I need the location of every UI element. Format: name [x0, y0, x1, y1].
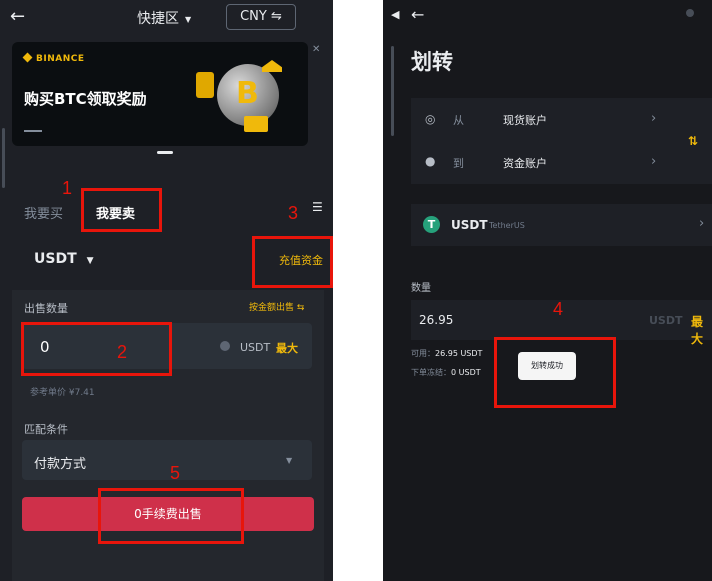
fast-zone-label: 快捷区	[137, 11, 179, 27]
annotation-box	[494, 337, 616, 408]
back-arrow-icon[interactable]: ←	[10, 6, 25, 27]
chevron-right-icon[interactable]: ›	[651, 111, 656, 126]
banner-title: 购买BTC领取奖励	[24, 90, 147, 108]
to-account-icon: ●	[425, 154, 436, 168]
caret-down-icon: ▼	[86, 256, 94, 266]
swap-icon: ⇋	[270, 9, 282, 24]
coin-name: TetherUS	[489, 221, 525, 230]
available-value: 26.95 USDT	[435, 349, 483, 358]
annotation-number: 2	[117, 342, 128, 362]
bank-icon	[262, 60, 282, 72]
binance-brand: BINANCE	[36, 54, 85, 64]
status-dot	[686, 9, 694, 17]
annotation-number: 4	[553, 299, 564, 319]
top-bar: ◀ ←	[383, 0, 712, 34]
scroll-indicator	[2, 128, 5, 188]
gold-bar-icon	[196, 72, 214, 98]
tab-buy[interactable]: 我要买	[24, 203, 63, 222]
frozen-balance: 下单冻结：0 USDT	[411, 367, 481, 378]
binance-diamond-icon	[22, 52, 33, 63]
annotation-number: 3	[288, 203, 299, 223]
sell-by-amount-toggle[interactable]: 按金额出售 ⇆	[249, 300, 304, 313]
quantity-label: 出售数量	[24, 302, 68, 315]
page-title: 划转	[411, 50, 453, 74]
match-conditions-label: 匹配条件	[24, 423, 68, 436]
fast-zone-dropdown[interactable]: 快捷区 ▼	[137, 8, 191, 28]
coin-label: USDT	[34, 251, 77, 267]
currency-label: CNY	[240, 9, 267, 24]
bitcoin-symbol: B	[236, 76, 259, 111]
reference-price: 参考单价 ¥7.41	[30, 388, 95, 398]
close-banner-icon[interactable]: ✕	[312, 44, 320, 55]
annotation-box	[98, 488, 244, 544]
quantity-unit: USDT	[240, 341, 271, 354]
quantity-label: 数量	[411, 283, 431, 294]
max-button[interactable]: 最大	[276, 340, 298, 356]
annotation-box	[252, 236, 333, 288]
back-arrow-icon[interactable]: ←	[411, 5, 424, 24]
clear-icon[interactable]	[220, 341, 230, 351]
available-balance: 可用：26.95 USDT	[411, 348, 482, 359]
chevron-down-icon: ▼	[286, 456, 293, 465]
carousel-indicator	[157, 151, 173, 154]
to-label: 到	[453, 157, 464, 170]
card-icon	[244, 116, 268, 132]
amount-unit: USDT	[649, 314, 683, 327]
caret-down-icon: ▼	[185, 14, 192, 24]
from-label: 从	[453, 114, 464, 127]
from-account-icon: ◎	[425, 112, 436, 126]
promo-banner[interactable]: BINANCE 购买BTC领取奖励 B	[12, 42, 308, 146]
annotation-number: 1	[62, 178, 73, 198]
transfer-screen: ◀ ← 划转 ◎ 从 现货账户 › ● 到 资金账户 › ⇅ T USDT Te…	[383, 0, 712, 581]
annotation-box	[81, 188, 162, 232]
from-account[interactable]: 现货账户	[503, 112, 547, 128]
list-icon[interactable]: ☰	[312, 200, 323, 214]
account-selector	[411, 98, 712, 184]
max-button[interactable]: 最大	[691, 313, 712, 347]
coin-symbol: USDT	[451, 218, 488, 232]
to-account[interactable]: 资金账户	[503, 155, 547, 171]
top-bar: ← 快捷区 ▼ CNY ⇋	[0, 0, 333, 36]
annotation-box	[21, 322, 172, 376]
chevron-right-icon[interactable]: ›	[699, 216, 704, 231]
payment-method-label[interactable]: 付款方式	[34, 453, 86, 472]
annotation-number: 5	[170, 463, 181, 483]
available-label: 可用：	[411, 349, 435, 358]
frozen-label: 下单冻结：	[411, 368, 451, 377]
currency-button[interactable]: CNY ⇋	[226, 4, 296, 30]
chevron-right-icon[interactable]: ›	[651, 154, 656, 169]
swap-accounts-icon[interactable]: ⇅	[688, 134, 698, 148]
scroll-indicator	[391, 46, 394, 136]
frozen-value: 0 USDT	[451, 368, 481, 377]
binance-logo: BINANCE	[22, 52, 85, 64]
coin-selector[interactable]: USDT ▼	[34, 251, 94, 267]
amount-value[interactable]: 26.95	[419, 313, 453, 327]
tether-icon: T	[423, 216, 440, 233]
collapse-icon[interactable]: ◀	[391, 8, 399, 21]
banner-dash	[24, 130, 42, 132]
